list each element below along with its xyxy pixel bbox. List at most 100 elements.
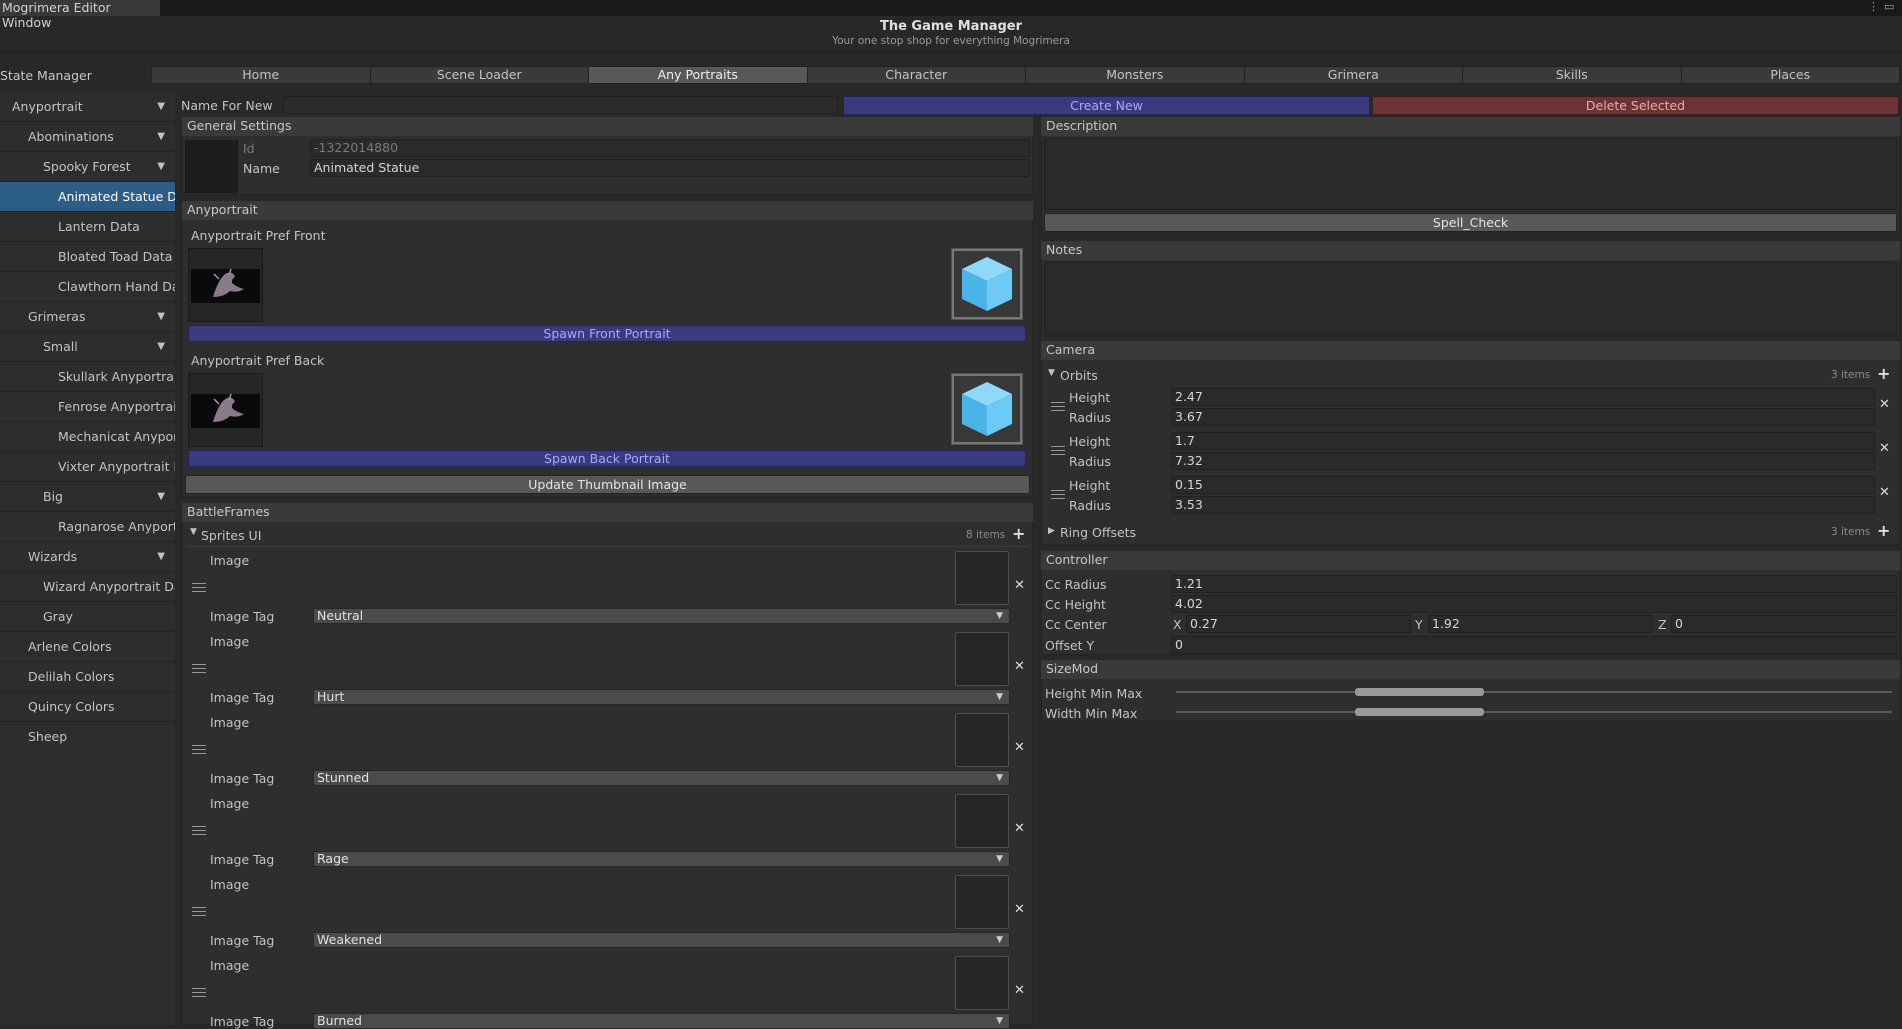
image-tag-dropdown[interactable]: Hurt ▼	[313, 689, 1010, 705]
drag-handle-icon[interactable]	[192, 988, 206, 997]
sidebar-item-wizards[interactable]: Wizards ▼	[0, 542, 175, 572]
remove-icon[interactable]: ✕	[1879, 485, 1890, 500]
sidebar-item-big[interactable]: Big ▼	[0, 482, 175, 512]
sidebar-item-wizard-anyportrait[interactable]: Wizard Anyportrait Data	[0, 572, 175, 602]
orbit-radius-field[interactable]: 7.32	[1171, 452, 1875, 470]
sidebar-item-vixter[interactable]: Vixter Anyportrait Data	[0, 452, 175, 482]
image-tag-dropdown[interactable]: Rage ▼	[313, 851, 1010, 867]
image-slot[interactable]	[955, 632, 1009, 686]
update-thumbnail-button[interactable]: Update Thumbnail Image	[185, 475, 1030, 494]
sidebar-item-small[interactable]: Small ▼	[0, 332, 175, 362]
name-field[interactable]: Animated Statue	[310, 159, 1030, 177]
orbits-label[interactable]: Orbits	[1060, 368, 1098, 383]
sidebar-item-fenrose[interactable]: Fenrose Anyportrait Data	[0, 392, 175, 422]
expand-arrow-icon[interactable]: ▼	[157, 122, 165, 151]
tab-skills[interactable]: Skills	[1463, 67, 1682, 83]
tab-monsters[interactable]: Monsters	[1026, 67, 1245, 83]
tab-any-portraits[interactable]: Any Portraits	[589, 67, 808, 83]
sidebar-item-lantern[interactable]: Lantern Data	[0, 212, 175, 242]
add-orbit-plus-icon[interactable]: +	[1877, 366, 1890, 382]
orbit-radius-field[interactable]: 3.67	[1171, 408, 1875, 426]
expand-arrow-icon[interactable]: ▼	[157, 302, 165, 331]
remove-icon[interactable]: ✕	[1014, 821, 1025, 836]
tab-character[interactable]: Character	[808, 67, 1026, 83]
spawn-back-portrait-button[interactable]: Spawn Back Portrait	[188, 450, 1026, 467]
image-slot[interactable]	[955, 956, 1009, 1010]
sidebar-item-animated-statue[interactable]: Animated Statue Data	[0, 182, 175, 212]
foldout-arrow-icon[interactable]: ▶	[1048, 526, 1055, 536]
sidebar-item-mechanicat[interactable]: Mechanicat Anyportrait Data	[0, 422, 175, 452]
sidebar-item-delilah-colors[interactable]: Delilah Colors	[0, 662, 175, 692]
sidebar-item-clawthorn-hand[interactable]: Clawthorn Hand Data	[0, 272, 175, 302]
width-min-max-slider[interactable]	[1355, 708, 1484, 716]
tab-scene-loader[interactable]: Scene Loader	[371, 67, 589, 83]
orbit-height-field[interactable]: 2.47	[1171, 388, 1875, 406]
maximize-icon[interactable]: ▭	[1884, 0, 1894, 14]
cc-center-y-field[interactable]: 1.92	[1428, 615, 1653, 633]
add-ring-offset-plus-icon[interactable]: +	[1877, 523, 1890, 539]
foldout-arrow-icon[interactable]: ▼	[1048, 368, 1055, 378]
drag-handle-icon[interactable]	[1051, 490, 1065, 499]
sidebar-item-arlene-colors[interactable]: Arlene Colors	[0, 632, 175, 662]
sidebar-item-grimeras[interactable]: Grimeras ▼	[0, 302, 175, 332]
foldout-arrow-icon[interactable]: ▼	[190, 527, 197, 537]
tab-home[interactable]: Home	[152, 67, 371, 83]
front-prefab-cube-icon[interactable]	[951, 248, 1023, 320]
drag-handle-icon[interactable]	[1051, 446, 1065, 455]
cc-radius-field[interactable]: 1.21	[1171, 575, 1897, 593]
sidebar-item-ragnarose[interactable]: Ragnarose Anyportrait Data	[0, 512, 175, 542]
cc-center-z-field[interactable]: 0	[1671, 615, 1897, 633]
description-textarea[interactable]	[1044, 138, 1897, 210]
remove-icon[interactable]: ✕	[1014, 659, 1025, 674]
sidebar-item-skullark[interactable]: Skullark Anyportrait Data	[0, 362, 175, 392]
sidebar-item-quincy-colors[interactable]: Quincy Colors	[0, 692, 175, 722]
front-preview-slot[interactable]	[188, 248, 263, 322]
image-slot[interactable]	[955, 875, 1009, 929]
sidebar-item-gray[interactable]: Gray	[0, 602, 175, 632]
remove-icon[interactable]: ✕	[1014, 983, 1025, 998]
notes-textarea[interactable]	[1044, 262, 1897, 333]
sidebar-item-abominations[interactable]: Abominations ▼	[0, 122, 175, 152]
expand-arrow-icon[interactable]: ▼	[157, 542, 165, 571]
image-slot[interactable]	[955, 794, 1009, 848]
image-tag-dropdown[interactable]: Stunned ▼	[313, 770, 1010, 786]
cc-height-field[interactable]: 4.02	[1171, 595, 1897, 613]
delete-selected-button[interactable]: Delete Selected	[1372, 96, 1899, 115]
image-slot[interactable]	[955, 551, 1009, 605]
ring-offsets-label[interactable]: Ring Offsets	[1060, 525, 1136, 540]
orbit-height-field[interactable]: 1.7	[1171, 432, 1875, 450]
offset-y-field[interactable]: 0	[1171, 636, 1897, 654]
remove-icon[interactable]: ✕	[1014, 578, 1025, 593]
sidebar-item-sheep[interactable]: Sheep	[0, 722, 175, 752]
z-axis-label[interactable]: Z	[1658, 617, 1667, 632]
drag-handle-icon[interactable]	[192, 583, 206, 592]
remove-icon[interactable]: ✕	[1014, 902, 1025, 917]
orbit-height-field[interactable]: 0.15	[1171, 476, 1875, 494]
image-tag-dropdown[interactable]: Weakened ▼	[313, 932, 1010, 948]
name-for-new-input[interactable]	[283, 96, 838, 114]
drag-handle-icon[interactable]	[192, 907, 206, 916]
window-tab[interactable]: Mogrimera Editor Window	[0, 0, 160, 30]
back-prefab-cube-icon[interactable]	[951, 373, 1023, 445]
spell-check-button[interactable]: Spell_Check	[1044, 213, 1897, 232]
tab-grimera[interactable]: Grimera	[1245, 67, 1463, 83]
expand-arrow-icon[interactable]: ▼	[157, 482, 165, 511]
tab-places[interactable]: Places	[1682, 67, 1900, 83]
orbit-radius-field[interactable]: 3.53	[1171, 496, 1875, 514]
spawn-front-portrait-button[interactable]: Spawn Front Portrait	[188, 325, 1026, 342]
drag-handle-icon[interactable]	[192, 664, 206, 673]
more-options-icon[interactable]: ⋮	[1868, 0, 1879, 14]
cc-center-x-field[interactable]: 0.27	[1186, 615, 1411, 633]
create-new-button[interactable]: Create New	[843, 96, 1370, 115]
expand-arrow-icon[interactable]: ▼	[157, 152, 165, 181]
remove-icon[interactable]: ✕	[1014, 740, 1025, 755]
drag-handle-icon[interactable]	[192, 826, 206, 835]
remove-icon[interactable]: ✕	[1879, 397, 1890, 412]
expand-arrow-icon[interactable]: ▼	[157, 332, 165, 361]
sidebar-item-bloated-toad[interactable]: Bloated Toad Data	[0, 242, 175, 272]
drag-handle-icon[interactable]	[1051, 402, 1065, 411]
y-axis-label[interactable]: Y	[1415, 617, 1423, 632]
sidebar-item-spooky-forest[interactable]: Spooky Forest ▼	[0, 152, 175, 182]
image-tag-dropdown[interactable]: Neutral ▼	[313, 608, 1010, 624]
expand-arrow-icon[interactable]: ▼	[157, 92, 165, 121]
